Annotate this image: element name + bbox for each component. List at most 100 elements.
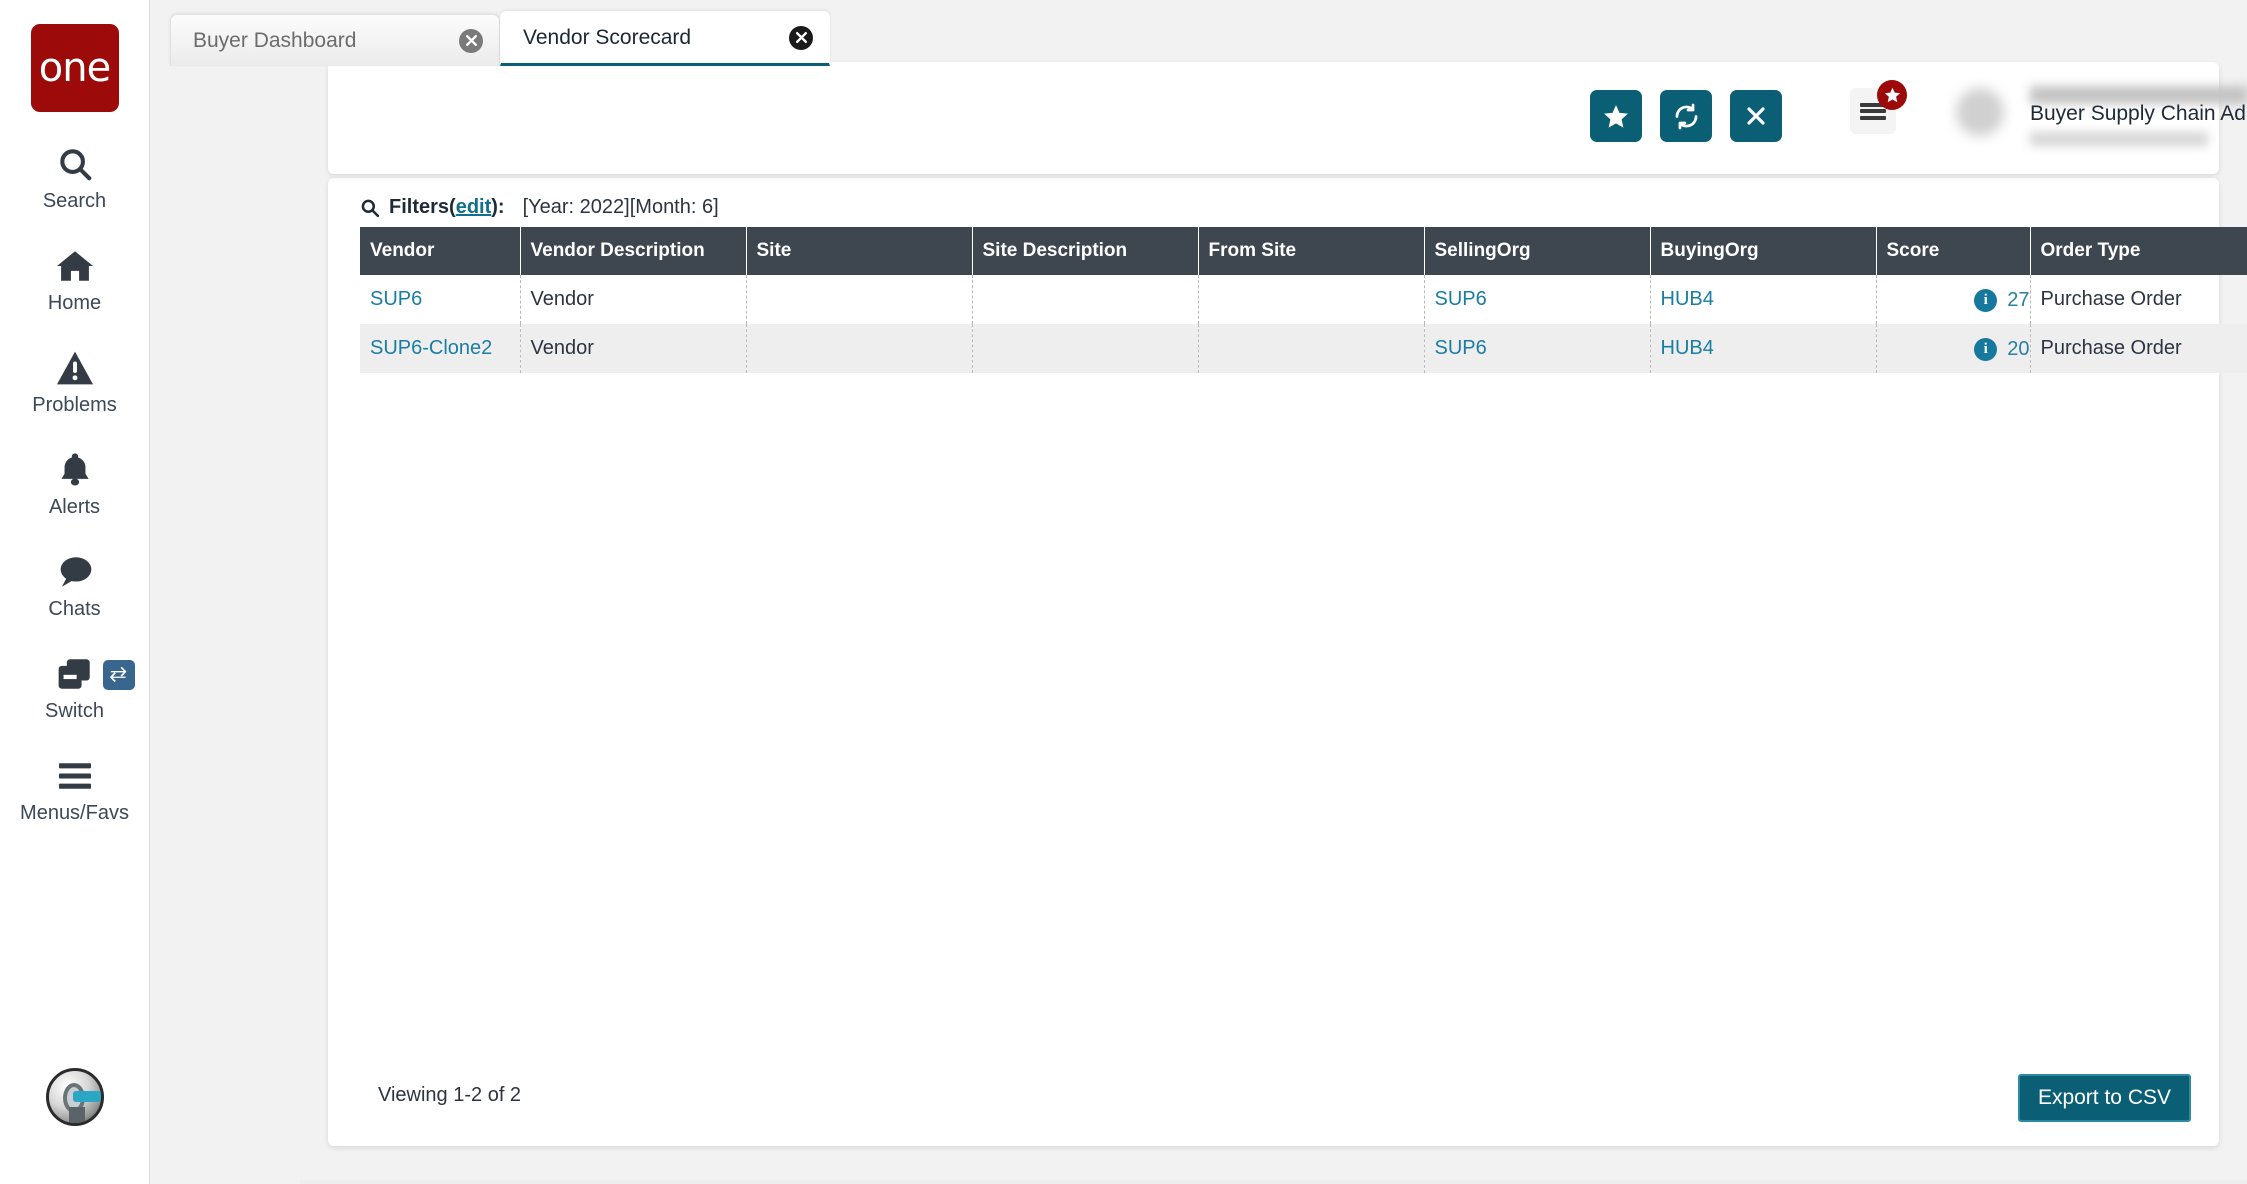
filters-value: [Year: 2022][Month: 6]: [523, 196, 719, 219]
header-action-buttons: [1590, 90, 1782, 142]
table-body: SUP6 Vendor SUP6 HUB4 i 27 Purchase Orde…: [360, 275, 2247, 373]
sidebar-item-home[interactable]: Home: [0, 244, 149, 316]
cell-buying-org[interactable]: HUB4: [1650, 275, 1876, 324]
avatar: [1956, 88, 2004, 136]
sidebar-item-chats[interactable]: Chats: [0, 550, 149, 622]
score-value: 27: [2007, 289, 2029, 312]
favorite-button[interactable]: [1590, 90, 1642, 142]
sidebar-item-label: Menus/Favs: [20, 802, 129, 825]
user-menu[interactable]: Buyer Supply Chain Admin: [1940, 66, 2247, 158]
bottom-strip: [300, 1180, 2247, 1184]
cell-site: [746, 275, 972, 324]
cell-from-site: [1198, 324, 1424, 373]
robot-visor-icon: [73, 1091, 101, 1102]
table-row[interactable]: SUP6 Vendor SUP6 HUB4 i 27 Purchase Orde…: [360, 275, 2247, 324]
sidebar-item-label: Problems: [32, 394, 116, 417]
sidebar-item-menus-favs[interactable]: Menus/Favs: [0, 754, 149, 826]
cell-selling-org[interactable]: SUP6: [1424, 275, 1650, 324]
sidebar-item-label: Search: [43, 190, 106, 213]
warning-triangle-icon: [55, 348, 95, 388]
cell-vendor[interactable]: SUP6-Clone2: [360, 324, 520, 373]
buying-org-link[interactable]: HUB4: [1661, 288, 1714, 310]
selling-org-link[interactable]: SUP6: [1435, 337, 1487, 359]
content-card: Filters ( edit ): [Year: 2022][Month: 6]…: [328, 178, 2219, 1146]
column-header-score[interactable]: Score: [1876, 227, 2030, 275]
column-header-vendor[interactable]: Vendor: [360, 227, 520, 275]
sidebar-item-problems[interactable]: Problems: [0, 346, 149, 418]
cell-site: [746, 324, 972, 373]
tab-close-icon[interactable]: [789, 26, 813, 50]
favorite-badge: [1877, 80, 1907, 110]
logo-text: one: [39, 48, 110, 88]
refresh-button[interactable]: [1660, 90, 1712, 142]
cell-buying-org[interactable]: HUB4: [1650, 324, 1876, 373]
cell-score: i 27: [1876, 275, 2030, 324]
pagination-status: Viewing 1-2 of 2: [378, 1084, 521, 1107]
cell-site-description: [972, 275, 1198, 324]
tab-buyer-dashboard[interactable]: Buyer Dashboard: [170, 14, 500, 66]
cell-order-type: Purchase Order: [2030, 275, 2247, 324]
sidebar-item-search[interactable]: Search: [0, 142, 149, 214]
filters-edit-link[interactable]: edit: [456, 196, 492, 219]
hamburger-line: [1860, 116, 1886, 120]
vendor-link[interactable]: SUP6-Clone2: [370, 337, 492, 359]
sidebar-item-label: Chats: [48, 598, 100, 621]
tab-vendor-scorecard[interactable]: Vendor Scorecard: [500, 11, 830, 66]
sidebar-item-label: Home: [48, 292, 101, 315]
cell-selling-org[interactable]: SUP6: [1424, 324, 1650, 373]
sidebar-item-label: Switch: [45, 700, 104, 723]
robot-body-icon: [69, 1107, 85, 1125]
tab-label: Buyer Dashboard: [193, 29, 459, 53]
sidebar-item-alerts[interactable]: Alerts: [0, 448, 149, 520]
windows-stack-icon: [55, 654, 95, 694]
table-footer: Viewing 1-2 of 2 Export to CSV: [328, 1060, 2219, 1146]
info-icon[interactable]: i: [1974, 338, 1997, 361]
search-icon: [360, 198, 380, 218]
search-icon: [56, 144, 94, 184]
sidebar-item-label: Alerts: [49, 496, 100, 519]
chat-bubble-icon: [55, 552, 95, 592]
filters-bar: Filters ( edit ): [Year: 2022][Month: 6]: [328, 178, 2219, 227]
one-logo[interactable]: one: [31, 24, 119, 112]
info-icon[interactable]: i: [1974, 289, 1997, 312]
sidebar-item-switch[interactable]: Switch: [0, 652, 149, 724]
tab-bar: Buyer Dashboard Vendor Scorecard: [150, 0, 2247, 66]
cell-vendor-description: Vendor: [520, 275, 746, 324]
main-region: Buyer Dashboard Vendor Scorecard Vendor …: [150, 0, 2247, 1184]
selling-org-link[interactable]: SUP6: [1435, 288, 1487, 310]
table-header-row: Vendor Vendor Description Site Site Desc…: [360, 227, 2247, 275]
column-header-buying-org[interactable]: BuyingOrg: [1650, 227, 1876, 275]
bell-icon: [57, 450, 93, 490]
user-role-label: Buyer Supply Chain Admin: [2030, 102, 2247, 126]
tab-label: Vendor Scorecard: [523, 26, 789, 50]
score-value: 20: [2007, 338, 2029, 361]
page-header-card: [328, 62, 2219, 174]
left-sidebar: one Search Home Problems: [0, 0, 150, 1184]
column-header-site-description[interactable]: Site Description: [972, 227, 1198, 275]
switch-toggle-button[interactable]: [103, 660, 135, 690]
column-header-vendor-description[interactable]: Vendor Description: [520, 227, 746, 275]
cell-from-site: [1198, 275, 1424, 324]
table-row[interactable]: SUP6-Clone2 Vendor SUP6 HUB4 i 20 Purcha…: [360, 324, 2247, 373]
assistant-avatar[interactable]: [46, 1068, 104, 1126]
tab-close-icon[interactable]: [459, 29, 483, 53]
column-header-from-site[interactable]: From Site: [1198, 227, 1424, 275]
column-header-site[interactable]: Site: [746, 227, 972, 275]
column-header-selling-org[interactable]: SellingOrg: [1424, 227, 1650, 275]
vendor-link[interactable]: SUP6: [370, 288, 422, 310]
home-icon: [55, 246, 95, 286]
cell-order-type: Purchase Order: [2030, 324, 2247, 373]
export-to-csv-button[interactable]: Export to CSV: [2018, 1074, 2191, 1122]
cell-vendor-description: Vendor: [520, 324, 746, 373]
cell-score: i 20: [1876, 324, 2030, 373]
buying-org-link[interactable]: HUB4: [1661, 337, 1714, 359]
cell-site-description: [972, 324, 1198, 373]
filters-label: Filters: [389, 196, 449, 219]
filters-close-paren: ):: [491, 196, 504, 219]
close-button[interactable]: [1730, 90, 1782, 142]
column-header-order-type[interactable]: Order Type: [2030, 227, 2247, 275]
cell-vendor[interactable]: SUP6: [360, 275, 520, 324]
hamburger-line: [1860, 109, 1886, 113]
hamburger-icon: [55, 756, 95, 796]
vendor-scorecard-table: Vendor Vendor Description Site Site Desc…: [360, 227, 2247, 373]
